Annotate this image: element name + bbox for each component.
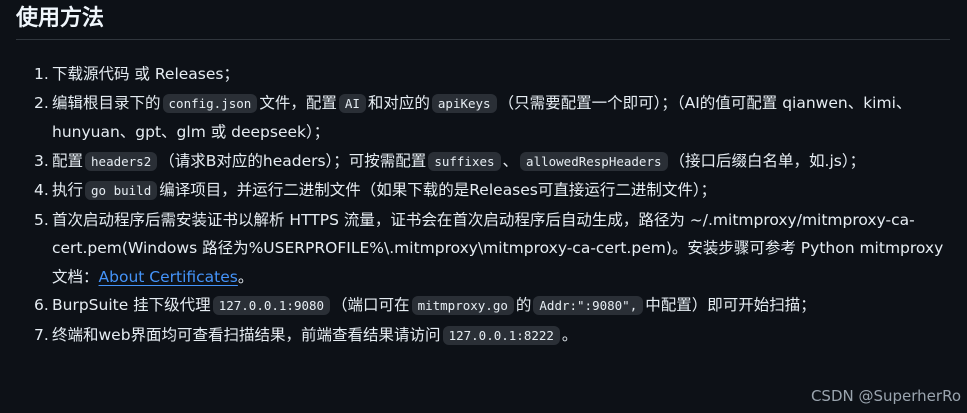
step-text: 、	[502, 151, 519, 170]
step-text: （接口后缀白名单，如.js）；	[669, 151, 866, 170]
step-text: 。	[561, 325, 578, 344]
step-text: 执行	[52, 181, 84, 199]
step-text: 终端和web界面均可查看扫描结果，前端查看结果请访问	[52, 325, 441, 344]
step-number: 5.	[34, 210, 49, 229]
section-heading: 使用方法	[16, 6, 105, 31]
step-text: 的	[515, 296, 532, 314]
usage-steps-list: 1. 下载源代码 或 Releases； 2. 编辑根目录下的 config.js…	[24, 60, 944, 350]
step-number: 7.	[34, 325, 49, 344]
step-text: 和对应的	[367, 93, 430, 112]
step-text: （端口可在	[332, 296, 410, 314]
inline-code: apiKeys	[431, 93, 497, 113]
list-item: 5. 首次启动程序后需安装证书以解析 HTTPS 流量，证书会在首次启动程序后自…	[24, 206, 944, 292]
inline-code: headers2	[85, 151, 158, 171]
step-text: 编辑根目录下的	[52, 93, 161, 112]
step-number: 4.	[34, 181, 49, 199]
step-text: BurpSuite 挂下级代理	[52, 296, 211, 314]
inline-code: 127.0.0.1:8222	[442, 325, 560, 345]
step-text: 配置	[52, 151, 84, 170]
inline-code: allowedRespHeaders	[520, 151, 668, 171]
readme-section: 使用方法 1. 下载源代码 或 Releases； 2. 编辑根目录下的 conf…	[0, 0, 967, 413]
step-text: 。	[237, 267, 254, 286]
step-text: 中配置）即可开始扫描；	[645, 296, 816, 314]
step-number: 1.	[34, 65, 49, 83]
list-item: 6. BurpSuite 挂下级代理 127.0.0.1:9080 （端口可在 mit…	[24, 291, 944, 321]
list-item: 1. 下载源代码 或 Releases；	[24, 60, 944, 89]
step-text: 文件，配置	[259, 93, 337, 112]
inline-code: 127.0.0.1:9080	[212, 296, 331, 315]
step-number: 6.	[34, 296, 49, 314]
step-text: 下载源代码 或 Releases；	[52, 65, 239, 83]
about-certificates-link[interactable]: About Certificates	[99, 268, 238, 286]
list-item: 2. 编辑根目录下的 config.json 文件，配置 AI 和对应的 apiKeys （…	[24, 89, 944, 147]
step-text: （请求B对应的headers）；可按需配置	[159, 151, 427, 170]
step-number: 3.	[34, 151, 49, 170]
step-text: 编译项目，并运行二进制文件（如果下载的是Releases可直接运行二进制文件）；	[159, 181, 717, 199]
inline-code: AI	[338, 93, 366, 113]
list-item: 4. 执行 go build 编译项目，并运行二进制文件（如果下载的是Release…	[24, 176, 944, 206]
inline-code: config.json	[162, 93, 258, 113]
list-item: 7. 终端和web界面均可查看扫描结果，前端查看结果请访问 127.0.0.1:8…	[24, 321, 944, 351]
inline-code: mitmproxy.go	[411, 296, 514, 315]
csdn-watermark: CSDN @SuperherRo	[810, 387, 961, 405]
step-number: 2.	[34, 93, 49, 112]
inline-code: Addr:":9080",	[533, 296, 644, 315]
list-item: 3. 配置 headers2 （请求B对应的headers）；可按需配置 suffix…	[24, 147, 944, 177]
inline-code: go build	[85, 181, 158, 200]
inline-code: suffixes	[428, 151, 501, 171]
heading-divider	[16, 39, 950, 40]
